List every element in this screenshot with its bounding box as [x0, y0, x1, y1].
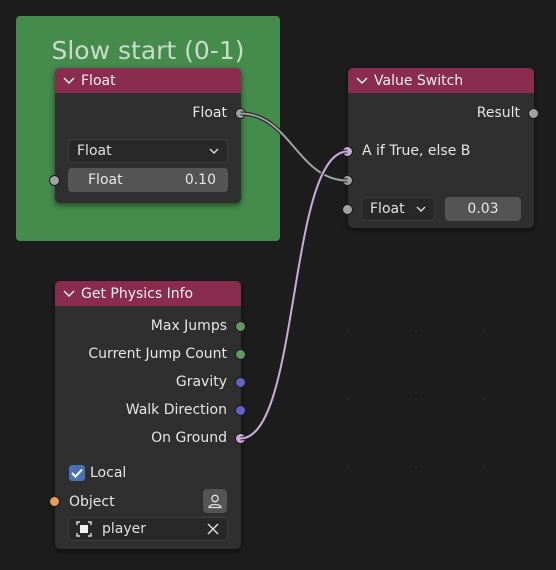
link-on-ground-to-switch-a[interactable]: [240, 150, 348, 440]
link-float-to-switch-b[interactable]: [240, 112, 348, 182]
node-links: [240, 111, 348, 441]
